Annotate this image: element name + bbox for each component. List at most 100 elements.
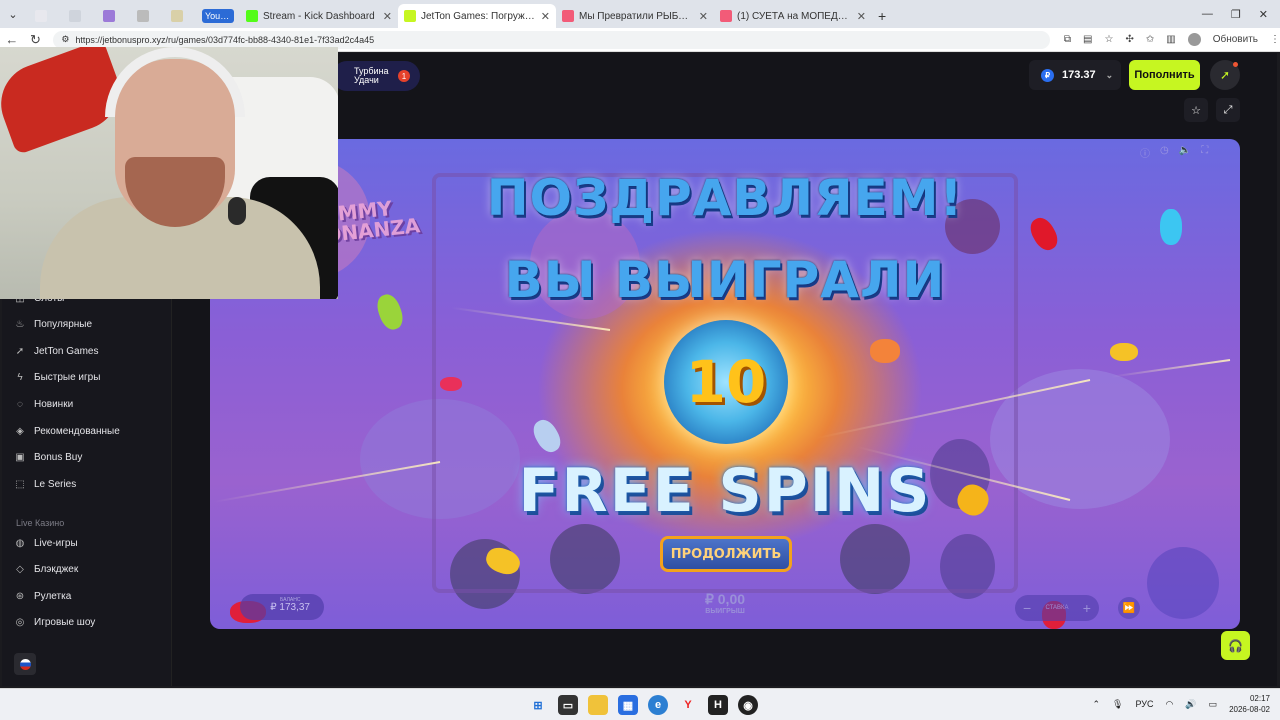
- language-indicator[interactable]: РУС: [1135, 699, 1153, 709]
- tab-close-icon[interactable]: ✕: [535, 10, 550, 23]
- tab-favicon-icon: [68, 10, 81, 22]
- fullscreen-button[interactable]: ⤢: [1216, 98, 1240, 122]
- favorites-icon[interactable]: ✩: [1146, 34, 1154, 45]
- sidebar-item[interactable]: ♨ Популярные: [14, 319, 93, 331]
- bookmark-star-icon[interactable]: ☆: [1105, 34, 1114, 45]
- browser-tab[interactable]: Мы Превратили РЫБАЛКУ в БИЗ✕: [556, 4, 714, 28]
- store-icon[interactable]: ▦: [618, 695, 638, 715]
- tab-search-icon[interactable]: ⌄: [0, 0, 26, 28]
- bet-caption: СТАВКА: [1045, 605, 1069, 611]
- sidebar-item-label: Блэкджек: [34, 564, 79, 576]
- sidebar-item[interactable]: ◌ Новинки: [14, 398, 73, 410]
- collections-icon[interactable]: ▥: [1166, 34, 1175, 45]
- close-window-icon[interactable]: ✕: [1259, 8, 1268, 21]
- bet-increase-button[interactable]: +: [1083, 600, 1091, 616]
- bet-decrease-button[interactable]: −: [1023, 600, 1031, 616]
- browser-tab[interactable]: Youtube: [196, 4, 240, 28]
- sidebar-item[interactable]: ◈ Рекомендованные: [14, 425, 120, 437]
- sidebar-item[interactable]: ϟ Быстрые игры: [14, 372, 100, 384]
- language-flag-button[interactable]: [14, 653, 36, 675]
- start-icon[interactable]: ⊞: [528, 695, 548, 715]
- support-chat-button[interactable]: 🎧: [1221, 631, 1250, 660]
- update-button[interactable]: Обновить: [1213, 34, 1258, 45]
- tab-close-icon[interactable]: ✕: [693, 10, 708, 23]
- jet-logo-icon: ➚: [1219, 68, 1231, 82]
- sidebar-item[interactable]: ◎ Игровые шоу: [14, 617, 96, 629]
- spin-button[interactable]: [1147, 547, 1219, 619]
- browser-tab[interactable]: [128, 4, 162, 28]
- sidebar-item-label: Популярные: [34, 319, 93, 331]
- info-icon[interactable]: ⓘ: [1140, 145, 1150, 160]
- battery-icon[interactable]: ▭: [1209, 699, 1218, 710]
- profile-avatar[interactable]: [1187, 33, 1201, 46]
- yandex-icon[interactable]: Y: [678, 695, 698, 715]
- clock[interactable]: 02:17 2026-08-02: [1229, 693, 1270, 715]
- new-tab-button[interactable]: +: [872, 4, 892, 28]
- profile-button[interactable]: ➚: [1210, 60, 1240, 90]
- expand-icon: ⤢: [1223, 103, 1233, 116]
- spins-count-medallion: 10: [664, 320, 788, 444]
- url-field[interactable]: ⚙ https://jetbonuspro.xyz/ru/games/03d77…: [53, 30, 1050, 49]
- wifi-icon[interactable]: ◠: [1165, 699, 1173, 710]
- browser-tab[interactable]: JetTon Games: Погружение в✕: [398, 4, 556, 28]
- sidebar-item[interactable]: ▣ Bonus Buy: [14, 452, 82, 464]
- game-fullscreen-icon[interactable]: ⛶: [1201, 145, 1208, 160]
- turbo-button[interactable]: ⏩: [1118, 597, 1140, 619]
- free-spins-text: FREE SPINS: [518, 456, 932, 526]
- tab-favicon-icon: [34, 10, 47, 22]
- browser-tab[interactable]: [26, 4, 60, 28]
- volume-icon[interactable]: 🔊: [1185, 699, 1196, 710]
- favorite-game-button[interactable]: ☆: [1184, 98, 1208, 122]
- tab-title: Youtube: [202, 9, 234, 23]
- browser-tab[interactable]: [162, 4, 196, 28]
- microphone-icon[interactable]: 🎙: [1112, 699, 1123, 710]
- sidebar-item-label: Le Series: [34, 478, 77, 490]
- promo-badge: 1: [398, 70, 410, 82]
- sidebar-item[interactable]: ⊛ Рулетка: [14, 590, 71, 602]
- tray-overflow-icon[interactable]: ⌃: [1092, 699, 1100, 710]
- edge-icon[interactable]: e: [648, 695, 668, 715]
- sidebar-item-label: Быстрые игры: [34, 372, 101, 384]
- extensions-icon[interactable]: ✣: [1125, 34, 1133, 45]
- gift-icon: ▣: [15, 452, 25, 464]
- browser-tab[interactable]: Stream - Kick Dashboard ✕: [240, 4, 398, 28]
- translate-icon[interactable]: ⧉: [1064, 34, 1071, 45]
- maximize-icon[interactable]: ❐: [1231, 8, 1241, 21]
- balance-amount: 173.37: [1062, 69, 1096, 81]
- sound-icon[interactable]: 🔈: [1179, 145, 1191, 160]
- tab-close-icon[interactable]: ✕: [377, 10, 392, 23]
- browser-tab[interactable]: [60, 4, 94, 28]
- sidebar-item[interactable]: ◇ Блэкджек: [14, 564, 78, 576]
- balance-dropdown[interactable]: ₽ 173.37 ⌄: [1029, 60, 1121, 90]
- notification-dot: [1233, 62, 1238, 67]
- sidebar-item-label: Рекомендованные: [34, 425, 120, 437]
- game-balance: БАЛАНС ₽ 173,37: [240, 594, 324, 620]
- browser-tab[interactable]: (1) СУЕТА на МОПЕДАХ за 30к В✕: [714, 4, 872, 28]
- obs-icon[interactable]: ◉: [738, 695, 758, 715]
- task-view-icon[interactable]: ▭: [558, 695, 578, 715]
- history-icon[interactable]: ◷: [1160, 145, 1169, 160]
- site-info-icon[interactable]: ⚙: [61, 34, 69, 45]
- continue-button[interactable]: ПРОДОЛЖИТЬ: [660, 536, 792, 572]
- clock-time: 02:17: [1249, 694, 1270, 703]
- game-iframe[interactable]: YUMMY BONANZA ⓘ ◷ 🔈 ⛶ ПОЗДРАВЛЯЕМ! ВЫ ВЫ…: [210, 139, 1240, 629]
- more-icon[interactable]: ⋮: [1270, 34, 1280, 45]
- deposit-button[interactable]: Пополнить: [1129, 60, 1200, 90]
- tab-close-icon[interactable]: ✕: [851, 10, 866, 23]
- sidebar-item[interactable]: ➚ JetTon Games: [14, 345, 99, 357]
- thumbs-up-icon: ◈: [16, 425, 24, 437]
- sidebar-item[interactable]: ◍ Live-игры: [14, 537, 78, 549]
- file-explorer-icon[interactable]: [588, 695, 608, 715]
- win-display: ₽ 0,00 ВЫИГРЫШ: [680, 591, 770, 621]
- minimize-icon[interactable]: —: [1202, 8, 1213, 21]
- reload-icon[interactable]: ↻: [24, 32, 48, 48]
- live-icon: ◍: [15, 537, 25, 549]
- luck-turbine-promo[interactable]: Турбина Удачи 1: [332, 61, 420, 91]
- sidebar-item[interactable]: ⬚ Le Series: [14, 478, 76, 490]
- tab-favicon-icon: [246, 10, 258, 22]
- browser-tab[interactable]: [94, 4, 128, 28]
- sidebar-item-label: Рулетка: [34, 590, 72, 602]
- reader-icon[interactable]: ▤: [1083, 34, 1092, 45]
- back-icon[interactable]: ←: [0, 32, 24, 47]
- hltv-icon[interactable]: H: [708, 695, 728, 715]
